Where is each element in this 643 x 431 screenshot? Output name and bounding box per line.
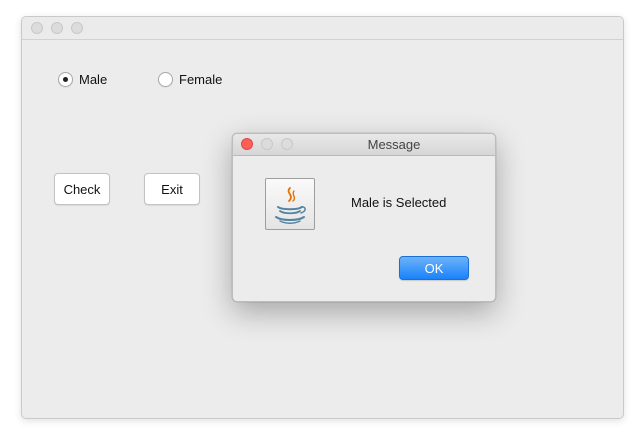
dialog-title: Message bbox=[367, 137, 421, 152]
close-window-button[interactable] bbox=[31, 22, 43, 34]
message-dialog: Message Male is Selected OK bbox=[232, 133, 496, 302]
check-button[interactable]: Check bbox=[54, 173, 110, 205]
radio-female-label[interactable]: Female bbox=[179, 72, 222, 87]
java-icon bbox=[265, 178, 315, 230]
dialog-title-bar[interactable]: Message bbox=[233, 134, 495, 156]
radio-male[interactable]: Male bbox=[58, 72, 107, 87]
radio-male-label[interactable]: Male bbox=[79, 72, 107, 87]
minimize-window-button[interactable] bbox=[51, 22, 63, 34]
radio-male-indicator[interactable] bbox=[58, 72, 73, 87]
ok-button[interactable]: OK bbox=[399, 256, 469, 280]
exit-button[interactable]: Exit bbox=[144, 173, 200, 205]
dialog-message: Male is Selected bbox=[351, 195, 447, 210]
java-cup-graphic bbox=[275, 187, 306, 224]
radio-female[interactable]: Female bbox=[158, 72, 222, 87]
radio-selected-dot bbox=[63, 77, 68, 82]
radio-female-indicator[interactable] bbox=[158, 72, 173, 87]
zoom-window-button[interactable] bbox=[71, 22, 83, 34]
main-title-bar[interactable] bbox=[22, 17, 623, 40]
